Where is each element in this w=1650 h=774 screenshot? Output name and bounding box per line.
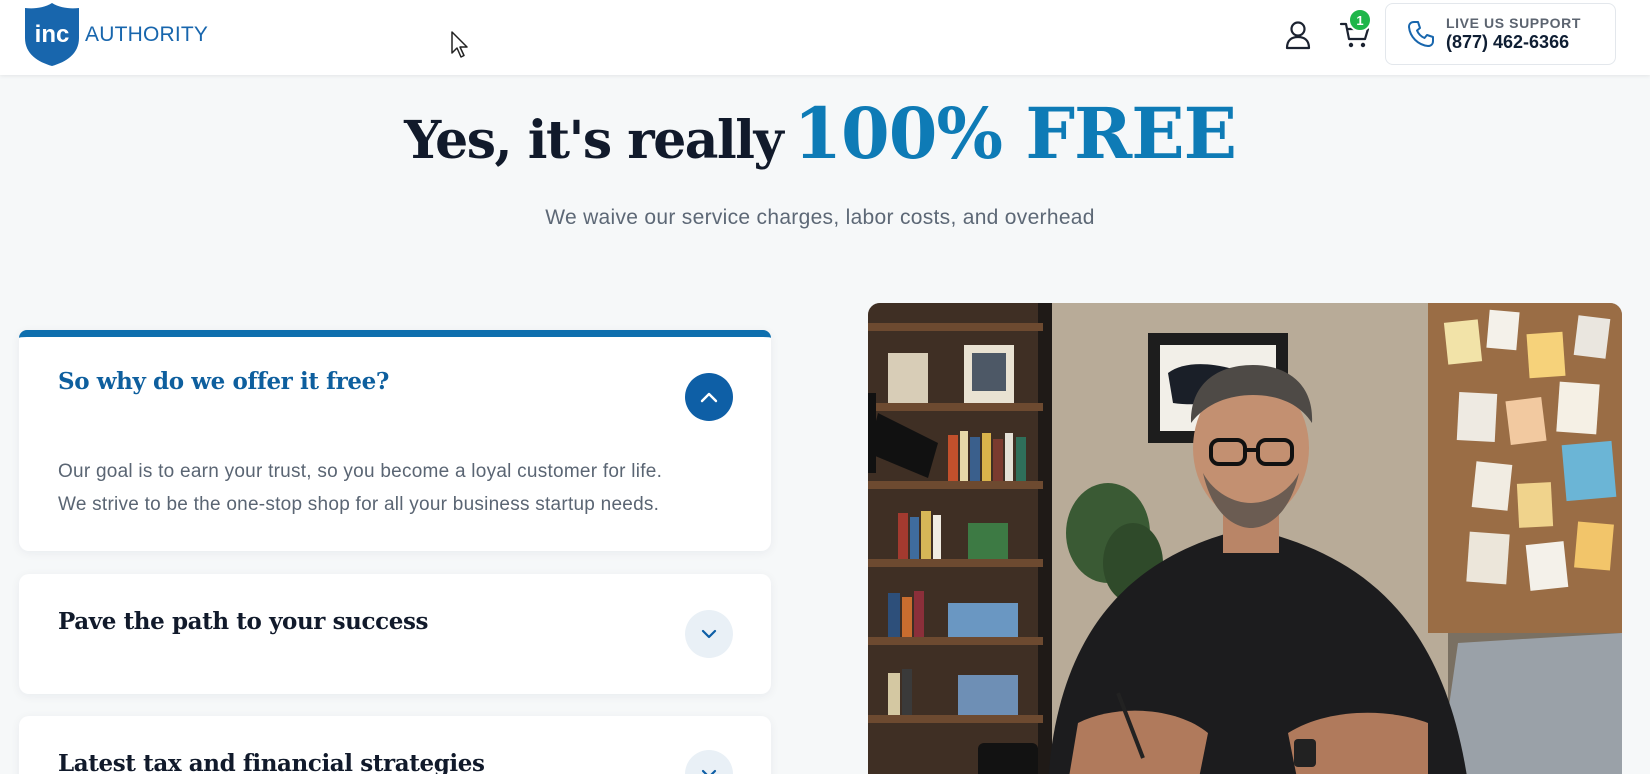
phone-icon xyxy=(1408,21,1434,47)
logo-text: AUTHORITY xyxy=(85,23,209,46)
faq-item-expanded[interactable]: So why do we offer it free? Our goal is … xyxy=(19,330,771,551)
faq-question[interactable]: Latest tax and financial strategies xyxy=(58,750,485,774)
chevron-down-icon xyxy=(701,629,717,639)
cart-count-badge: 1 xyxy=(1348,8,1372,32)
faq-expand-button[interactable] xyxy=(685,750,733,774)
hero-photo-man-at-desk xyxy=(868,303,1622,774)
chevron-down-icon xyxy=(701,769,717,774)
faq-question[interactable]: So why do we offer it free? xyxy=(58,368,389,395)
hero-subtitle: We waive our service charges, labor cost… xyxy=(545,206,1095,229)
mouse-cursor-icon xyxy=(451,31,468,58)
photo-illustration xyxy=(868,303,1622,774)
support-phone-number[interactable]: (877) 462-6366 xyxy=(1446,32,1581,53)
live-support-button[interactable]: LIVE US SUPPORT (877) 462-6366 xyxy=(1385,3,1616,65)
faq-expand-button[interactable] xyxy=(685,610,733,658)
site-header: inc AUTHORITY 1 LIVE US SUPPORT (877) 46… xyxy=(0,0,1650,75)
hero-title-accent: 100% FREE xyxy=(793,92,1237,175)
hero-title: Yes, it's really 100% FREE xyxy=(0,92,1640,175)
account-button[interactable] xyxy=(1283,18,1313,52)
faq-item[interactable]: Pave the path to your success xyxy=(19,574,771,694)
logo[interactable]: inc AUTHORITY xyxy=(22,2,208,66)
faq-answer-line: Our goal is to earn your trust, so you b… xyxy=(58,461,663,482)
user-icon xyxy=(1285,21,1311,50)
faq-collapse-button[interactable] xyxy=(685,373,733,421)
faq-answer: Our goal is to earn your trust, so you b… xyxy=(58,455,748,521)
faq-answer-line: We strive to be the one-stop shop for al… xyxy=(58,494,660,515)
logo-badge-text: inc xyxy=(35,21,70,48)
hero-title-lead: Yes, it's really xyxy=(404,110,784,171)
support-label: LIVE US SUPPORT xyxy=(1446,15,1582,31)
chevron-up-icon xyxy=(700,392,718,403)
logo-shield-icon: inc xyxy=(25,3,79,66)
faq-question[interactable]: Pave the path to your success xyxy=(58,608,428,635)
faq-item[interactable]: Latest tax and financial strategies xyxy=(19,716,771,774)
